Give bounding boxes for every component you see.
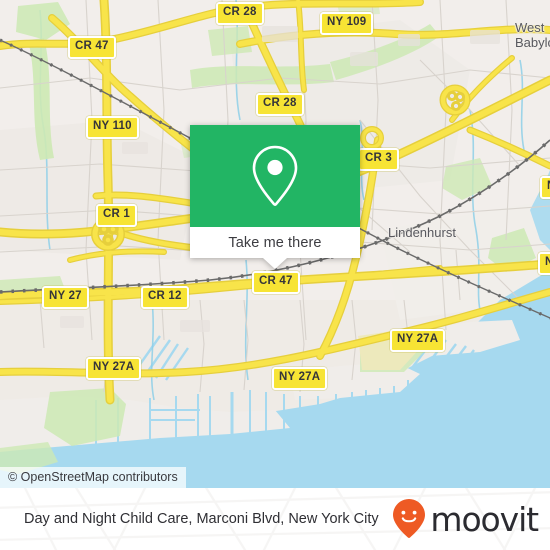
map-attribution[interactable]: © OpenStreetMap contributors xyxy=(0,467,186,488)
map-pin-icon xyxy=(252,145,298,206)
footer-bar: Day and Night Child Care, Marconi Blvd, … xyxy=(0,488,550,550)
road-shield: CR 28 xyxy=(216,2,264,25)
road-shield: CR 28 xyxy=(256,93,304,116)
road-shield: NY 47 xyxy=(540,176,550,199)
road-shield: NY xyxy=(538,252,550,275)
road-shield: NY 109 xyxy=(320,12,374,35)
location-popup-card[interactable]: Take me there xyxy=(190,125,360,269)
footer-content: Day and Night Child Care, Marconi Blvd, … xyxy=(0,488,550,550)
road-shield: NY 27A xyxy=(272,367,328,390)
take-me-there-label: Take me there xyxy=(228,234,322,251)
map-canvas[interactable]: CR 28 NY 109 CR 47 CR 28 NY 110 CR 3 CR … xyxy=(0,0,550,488)
road-shield: CR 1 xyxy=(96,204,138,227)
popup-pointer-tail xyxy=(263,258,287,269)
place-label-west-babylon: West Babylon xyxy=(515,20,550,50)
moovit-wordmark: moovit xyxy=(430,499,539,539)
road-shield: CR 47 xyxy=(68,36,116,59)
road-shield: CR 3 xyxy=(358,148,400,171)
place-label-lindenhurst: Lindenhurst xyxy=(388,225,456,240)
moovit-logo[interactable]: moovit xyxy=(392,498,539,540)
popup-hero xyxy=(190,125,360,227)
road-shield: NY 27A xyxy=(390,329,446,352)
road-shield: CR 47 xyxy=(252,271,300,294)
moovit-map-screenshot: CR 28 NY 109 CR 47 CR 28 NY 110 CR 3 CR … xyxy=(0,0,550,550)
road-shield: NY 27 xyxy=(42,286,89,309)
take-me-there-button[interactable]: Take me there xyxy=(190,227,360,258)
road-shield: NY 110 xyxy=(86,116,139,139)
moovit-pin-icon xyxy=(393,499,426,538)
road-shield: CR 12 xyxy=(141,286,189,309)
road-shield: NY 27A xyxy=(86,357,142,380)
location-title: Day and Night Child Care, Marconi Blvd, … xyxy=(24,511,379,527)
